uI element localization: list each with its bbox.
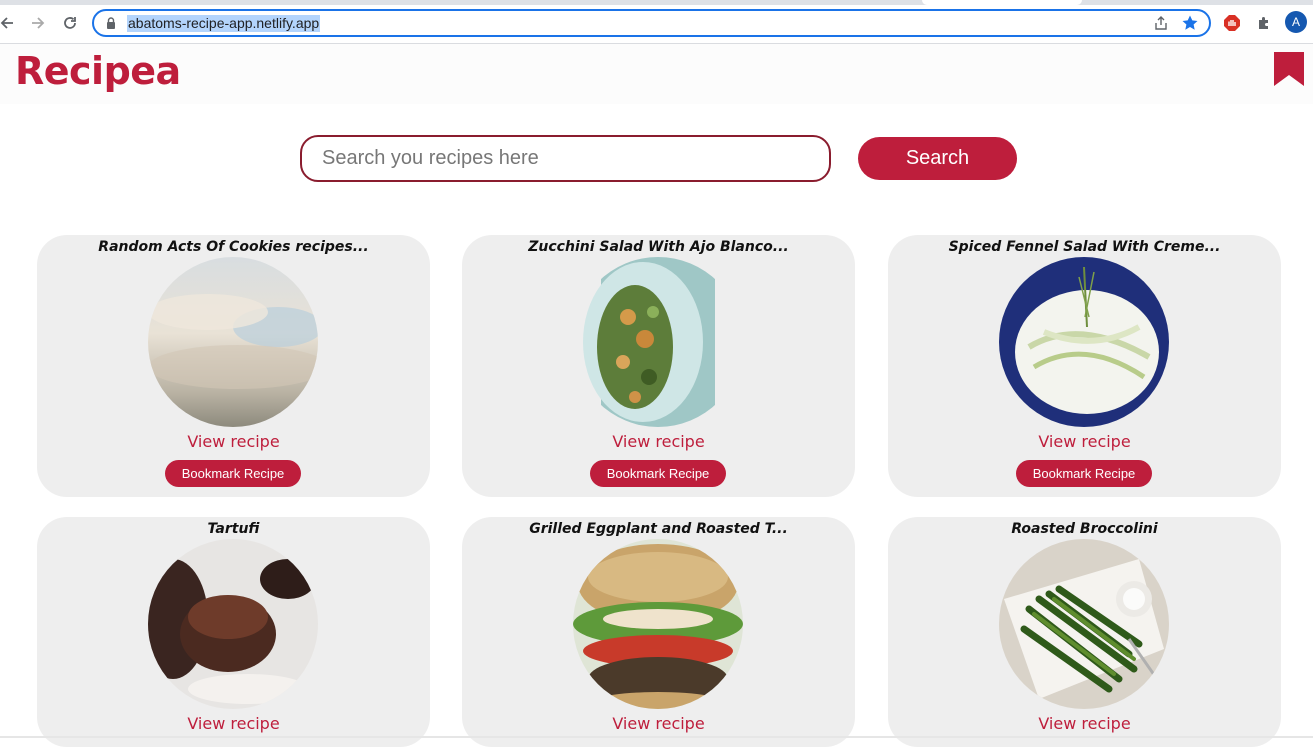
bookmark-recipe-button[interactable]: Bookmark Recipe: [165, 460, 301, 487]
tab-strip: [0, 0, 1313, 5]
reload-icon[interactable]: [59, 12, 81, 34]
view-recipe-link[interactable]: View recipe: [37, 432, 430, 451]
url-text[interactable]: abatoms-recipe-app.netlify.app: [127, 15, 321, 32]
brand-logo[interactable]: Recipea: [15, 49, 181, 93]
recipe-title: Zucchini Salad With Ajo Blanco...: [528, 239, 789, 255]
lock-icon[interactable]: [106, 17, 116, 35]
recipe-card: Spiced Fennel Salad With Creme... View r…: [888, 235, 1281, 497]
forward-icon[interactable]: [27, 12, 49, 34]
recipe-title: Random Acts Of Cookies recipes...: [98, 239, 369, 255]
bookmark-recipe-button[interactable]: Bookmark Recipe: [1016, 460, 1152, 487]
browser-toolbar: abatoms-recipe-app.netlify.app A: [0, 0, 1313, 44]
tab-active[interactable]: [922, 0, 1082, 5]
view-recipe-link[interactable]: View recipe: [888, 432, 1281, 451]
app-header: Recipea: [0, 44, 1313, 104]
recipe-card: Grilled Eggplant and Roasted T... View r…: [462, 517, 855, 747]
bookmark-icon[interactable]: [1274, 52, 1304, 86]
view-recipe-link[interactable]: View recipe: [462, 432, 855, 451]
view-recipe-link[interactable]: View recipe: [37, 714, 430, 733]
address-bar[interactable]: abatoms-recipe-app.netlify.app: [92, 9, 1211, 37]
profile-avatar[interactable]: A: [1285, 11, 1307, 33]
recipe-image[interactable]: [573, 257, 743, 427]
recipe-card: Roasted Broccolini View recipe: [888, 517, 1281, 747]
recipe-image[interactable]: [148, 257, 318, 427]
search-button[interactable]: Search: [858, 137, 1017, 180]
recipe-title: Grilled Eggplant and Roasted T...: [529, 521, 788, 537]
back-icon[interactable]: [0, 12, 18, 34]
recipe-title: Tartufi: [207, 521, 260, 537]
recipe-image[interactable]: [573, 539, 743, 709]
search-input[interactable]: [300, 135, 831, 182]
recipe-card: Random Acts Of Cookies recipes... View r…: [37, 235, 430, 497]
tab-inactive[interactable]: [0, 0, 922, 5]
recipe-image[interactable]: [148, 539, 318, 709]
recipe-card: Tartufi View recipe: [37, 517, 430, 747]
view-recipe-link[interactable]: View recipe: [462, 714, 855, 733]
recipe-card: Zucchini Salad With Ajo Blanco... View r…: [462, 235, 855, 497]
recipe-image[interactable]: [999, 539, 1169, 709]
recipe-title: Roasted Broccolini: [1011, 521, 1158, 537]
puzzle-extensions-icon[interactable]: [1253, 12, 1275, 34]
star-icon[interactable]: [1181, 14, 1199, 37]
bookmark-recipe-button[interactable]: Bookmark Recipe: [590, 460, 726, 487]
share-icon[interactable]: [1153, 15, 1169, 36]
stop-extension-icon[interactable]: [1221, 12, 1243, 34]
recipe-image[interactable]: [999, 257, 1169, 427]
recipe-title: Spiced Fennel Salad With Creme...: [948, 239, 1221, 255]
view-recipe-link[interactable]: View recipe: [888, 714, 1281, 733]
